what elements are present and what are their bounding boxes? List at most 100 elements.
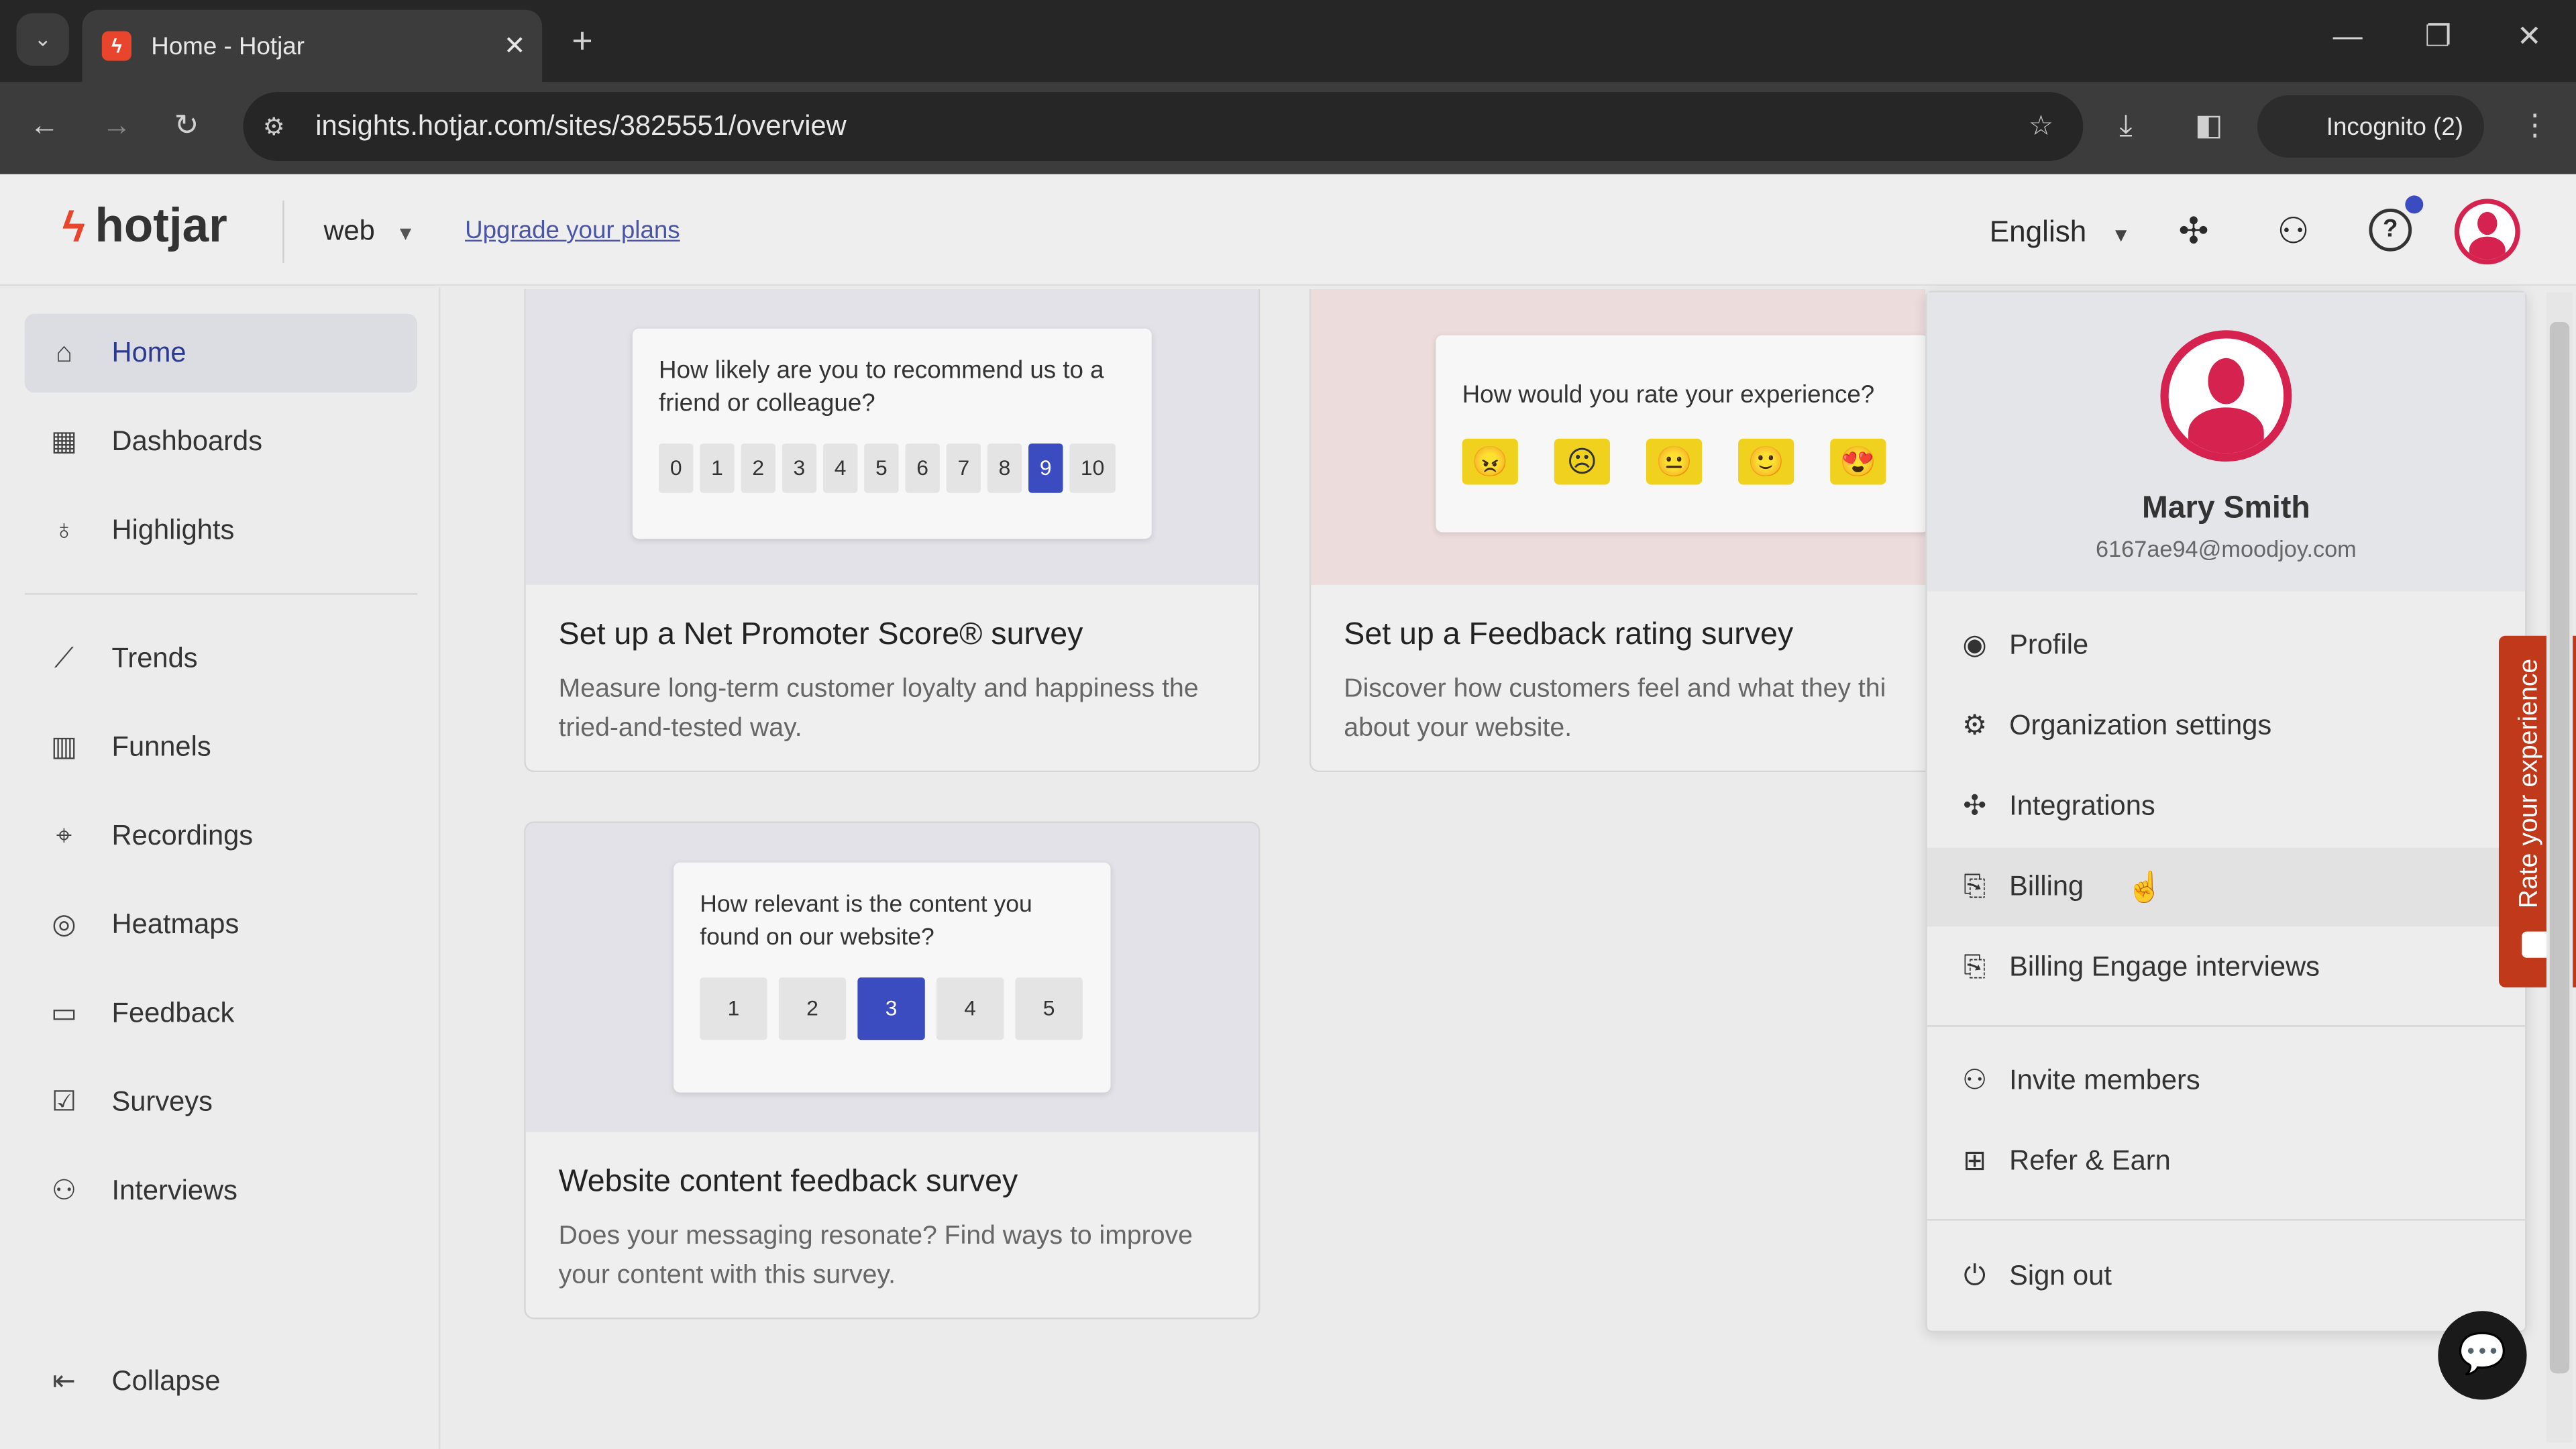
card-title: Set up a Feedback rating survey (1344, 617, 1794, 653)
sidebar-item-recordings[interactable]: ⌖ Recordings (25, 797, 417, 876)
user-avatar (2160, 330, 2292, 462)
chat-bubble-button[interactable]: 💬 (2438, 1311, 2527, 1400)
interviews-icon: ⚇ (51, 1175, 77, 1206)
collapse-icon: ⇤ (52, 1365, 76, 1397)
menu-divider (1927, 1025, 2526, 1027)
home-icon: ⌂ (55, 337, 73, 368)
bookmark-star-icon[interactable]: ☆ (2029, 110, 2053, 143)
smile-face-icon: 🙂 (1738, 438, 1794, 485)
nps-option: 5 (864, 443, 899, 493)
hotjar-logo[interactable]: ϟ hotjar (62, 201, 227, 255)
user-email: 6167ae94@moodjoy.com (2096, 535, 2357, 562)
sidebar-item-dashboards[interactable]: ▦ Dashboards (25, 402, 417, 482)
sidebar: ⌂ Home ▦ Dashboards ♁ Highlights ⟋ Trends ▥ F… (0, 287, 441, 1449)
angry-face-icon: 😠 (1462, 438, 1518, 485)
address-bar[interactable]: ⚙ insights.hotjar.com/sites/3825551/over… (243, 92, 2084, 162)
rating-question: How would you rate your experience? (1462, 381, 1875, 409)
browser-menu-icon[interactable]: ⋮ (2520, 109, 2550, 143)
user-avatar-button[interactable] (2454, 199, 2520, 265)
billing-icon: ⎘ (1964, 951, 1986, 983)
sidebar-divider (24, 593, 418, 595)
survey-icon: ☑ (51, 1085, 77, 1118)
power-icon: ⏻ (1964, 1260, 1986, 1291)
collapse-button[interactable]: ⇤ Collapse (25, 1342, 417, 1421)
site-selector[interactable]: web ▼ (323, 215, 415, 248)
menu-item-sign-out[interactable]: ⏻ Sign out (1927, 1237, 2525, 1316)
billing-icon: ⎘ (1964, 870, 1986, 902)
new-tab-button[interactable]: + (572, 19, 592, 62)
content-feedback-card[interactable]: How relevant is the content you found on… (524, 821, 1260, 1320)
tab-search-button[interactable]: ⌄ (16, 13, 69, 66)
content-rating-option: 2 (778, 977, 847, 1040)
sidebar-item-trends[interactable]: ⟋ Trends (25, 619, 417, 698)
card-description: Discover how customers feel and what the… (1344, 675, 1886, 743)
content-rating-option: 4 (936, 977, 1004, 1040)
reload-button[interactable]: ↻ (174, 109, 199, 143)
nps-option: 4 (822, 443, 858, 493)
lightbulb-icon: ♁ (53, 514, 75, 546)
menu-item-profile[interactable]: ◉ Profile (1927, 606, 2525, 686)
browser-tab[interactable]: ϟ Home - Hotjar ✕ (82, 9, 543, 83)
content-question: How relevant is the content you found on… (700, 892, 1032, 951)
language-selector[interactable]: English ▼ (1990, 215, 2131, 250)
sidebar-item-interviews[interactable]: ⚇ Interviews (25, 1152, 417, 1231)
nps-option: 2 (741, 443, 775, 493)
help-icon[interactable]: ? (2369, 209, 2412, 252)
menu-item-billing-engage[interactable]: ⎘ Billing Engage interviews (1927, 928, 2525, 1008)
feedback-icon: ▭ (50, 997, 78, 1029)
menu-divider (1927, 1219, 2526, 1221)
gear-icon: ⚙ (1962, 709, 1988, 741)
side-panel-icon[interactable]: ◧ (2195, 109, 2223, 143)
menu-item-integrations[interactable]: ✣ Integrations (1927, 767, 2525, 847)
dashboard-icon: ▦ (50, 425, 78, 457)
card-title: Set up a Net Promoter Score® survey (558, 617, 1083, 653)
content-rating-option: 1 (700, 977, 767, 1040)
sidebar-item-feedback[interactable]: ▭ Feedback (25, 974, 417, 1053)
menu-item-invite-members[interactable]: ⚇ Invite members (1927, 1042, 2525, 1121)
trend-icon: ⟋ (54, 642, 74, 674)
sidebar-item-home[interactable]: ⌂ Home (24, 313, 418, 393)
content-rating-option: 3 (857, 977, 925, 1040)
puzzle-icon: ✣ (1963, 790, 1987, 822)
menu-item-organization-settings[interactable]: ⚙ Organization settings (1927, 687, 2525, 766)
scrollbar[interactable] (2546, 292, 2573, 1443)
emoji-rating-scale: 😠 ☹ 😐 🙂 😍 (1462, 438, 1902, 485)
nps-option: 9 (1028, 443, 1063, 493)
rate-experience-label: Rate your experience (2515, 658, 2544, 909)
content-scale: 12345 (700, 977, 1084, 1040)
profile-icon: ◉ (1962, 629, 1987, 661)
funnel-icon: ▥ (50, 731, 78, 763)
feedback-rating-card[interactable]: How would you rate your experience? 😠 ☹ 😐 🙂… (1309, 289, 1926, 773)
invite-user-icon[interactable]: ⚇ (2277, 210, 2309, 253)
nps-survey-card[interactable]: How likely are you to recommend us to a … (524, 289, 1260, 773)
close-window-button[interactable]: ✕ (2517, 19, 2542, 54)
nps-question: How likely are you to recommend us to a … (659, 356, 1104, 418)
incognito-button[interactable]: Incognito (2) (2257, 95, 2484, 158)
notification-dot (2405, 195, 2424, 214)
card-description: Does your messaging resonate? Find ways … (558, 1222, 1193, 1290)
tab-title: Home - Hotjar (151, 32, 305, 60)
restore-button[interactable]: ❐ (2425, 19, 2452, 54)
back-button[interactable]: ← (30, 109, 59, 143)
card-title: Website content feedback survey (558, 1165, 1018, 1199)
card-description: Measure long-term customer loyalty and h… (558, 675, 1199, 743)
menu-item-refer-earn[interactable]: ⊞ Refer & Earn (1927, 1122, 2525, 1201)
upgrade-link[interactable]: Upgrade your plans (465, 217, 680, 245)
nps-option: 3 (782, 443, 817, 493)
minimize-button[interactable]: — (2333, 19, 2363, 54)
sidebar-item-funnels[interactable]: ▥ Funnels (25, 708, 417, 788)
download-icon[interactable]: ⤓ (2119, 109, 2133, 143)
hotjar-favicon: ϟ (101, 31, 131, 61)
close-tab-icon[interactable]: ✕ (504, 30, 526, 62)
sidebar-item-surveys[interactable]: ☑ Surveys (25, 1063, 417, 1142)
sidebar-item-heatmaps[interactable]: ◎ Heatmaps (25, 885, 417, 965)
forward-button[interactable]: → (102, 109, 131, 143)
hand-cursor-icon: ☝ (2126, 869, 2163, 903)
menu-item-billing[interactable]: ⎘ Billing ☝ (1927, 847, 2526, 927)
sidebar-item-highlights[interactable]: ♁ Highlights (25, 491, 417, 570)
user-menu-dropdown: Mary Smith 6167ae94@moodjoy.com ◉ Profile… (1925, 290, 2527, 1333)
user-name: Mary Smith (2141, 491, 2310, 526)
integrations-puzzle-icon[interactable]: ✣ (2178, 210, 2208, 253)
site-info-icon[interactable]: ⚙ (263, 112, 285, 142)
gift-icon: ⊞ (1963, 1144, 1987, 1177)
